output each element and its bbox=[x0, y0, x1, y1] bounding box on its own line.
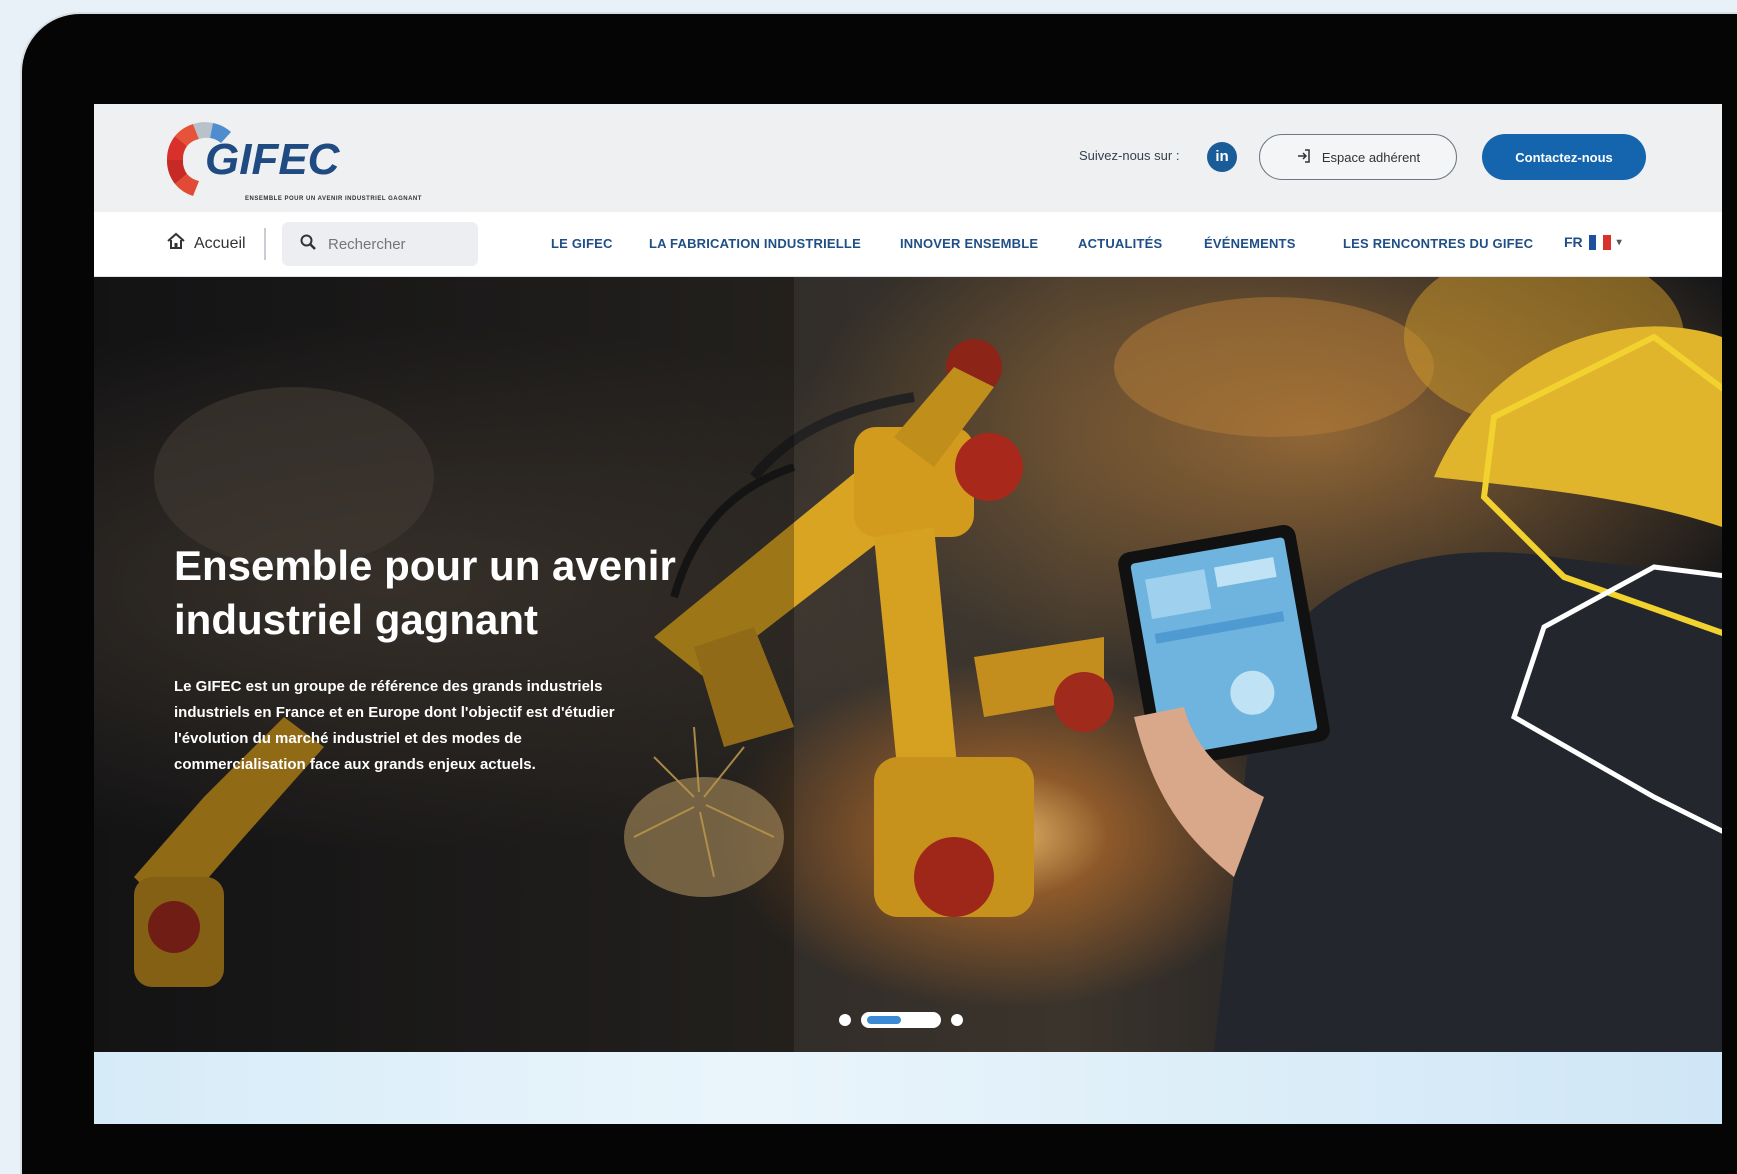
search-box[interactable] bbox=[282, 222, 478, 266]
browser-screen: GIFEC Ensemble pour un avenir industriel… bbox=[94, 104, 1722, 1124]
home-label: Accueil bbox=[194, 234, 246, 252]
member-area-button[interactable]: Espace adhérent bbox=[1259, 134, 1457, 180]
nav-item-rencontres[interactable]: LES RENCONTRES DU GIFEC bbox=[1343, 236, 1533, 251]
search-icon bbox=[300, 234, 316, 255]
carousel-dot[interactable] bbox=[839, 1014, 851, 1026]
hero-banner: Ensemble pour un avenir industriel gagna… bbox=[94, 277, 1722, 1052]
carousel-dot-active[interactable] bbox=[861, 1012, 941, 1028]
home-link[interactable]: Accueil bbox=[166, 232, 246, 255]
logo-mark: GIFEC bbox=[166, 122, 341, 196]
language-label: FR bbox=[1564, 234, 1583, 250]
hero-description: Le GIFEC est un groupe de référence des … bbox=[174, 678, 615, 773]
logo-text: GIFEC bbox=[205, 135, 341, 184]
chevron-down-icon: ▾ bbox=[1616, 236, 1622, 248]
nav-item-le-gifec[interactable]: LE GIFEC bbox=[551, 236, 613, 251]
hero-image bbox=[94, 277, 1722, 1052]
device-frame: GIFEC Ensemble pour un avenir industriel… bbox=[22, 14, 1737, 1174]
logo-tagline: Ensemble pour un avenir industriel gagna… bbox=[245, 196, 422, 202]
home-icon bbox=[166, 232, 186, 255]
carousel-indicators bbox=[839, 1012, 963, 1028]
gifec-logo[interactable]: GIFEC Ensemble pour un avenir industriel… bbox=[159, 116, 479, 202]
main-nav: Accueil LE GIFEC LA FABRICATION INDUSTRI… bbox=[94, 212, 1722, 277]
contact-button[interactable]: Contactez-nous bbox=[1482, 134, 1646, 180]
france-flag-icon bbox=[1588, 234, 1611, 250]
nav-divider bbox=[264, 228, 266, 260]
nav-item-innover-ensemble[interactable]: INNOVER ENSEMBLE bbox=[900, 236, 1038, 251]
linkedin-icon[interactable]: in bbox=[1207, 142, 1237, 172]
login-icon bbox=[1296, 148, 1312, 167]
nav-item-fabrication-industrielle[interactable]: LA FABRICATION INDUSTRIELLE bbox=[649, 236, 861, 251]
nav-item-actualites[interactable]: ACTUALITÉS bbox=[1078, 236, 1162, 251]
top-header: GIFEC Ensemble pour un avenir industriel… bbox=[94, 104, 1722, 212]
carousel-dot[interactable] bbox=[951, 1014, 963, 1026]
member-area-label: Espace adhérent bbox=[1321, 149, 1421, 165]
language-selector[interactable]: FR ▾ bbox=[1564, 234, 1622, 250]
hero-title: Ensemble pour un avenir industriel gagna… bbox=[174, 542, 676, 643]
nav-item-evenements[interactable]: ÉVÉNEMENTS bbox=[1204, 236, 1296, 251]
search-input[interactable] bbox=[326, 234, 460, 254]
section-band bbox=[94, 1052, 1722, 1124]
follow-label: Suivez-nous sur : bbox=[1079, 148, 1180, 163]
